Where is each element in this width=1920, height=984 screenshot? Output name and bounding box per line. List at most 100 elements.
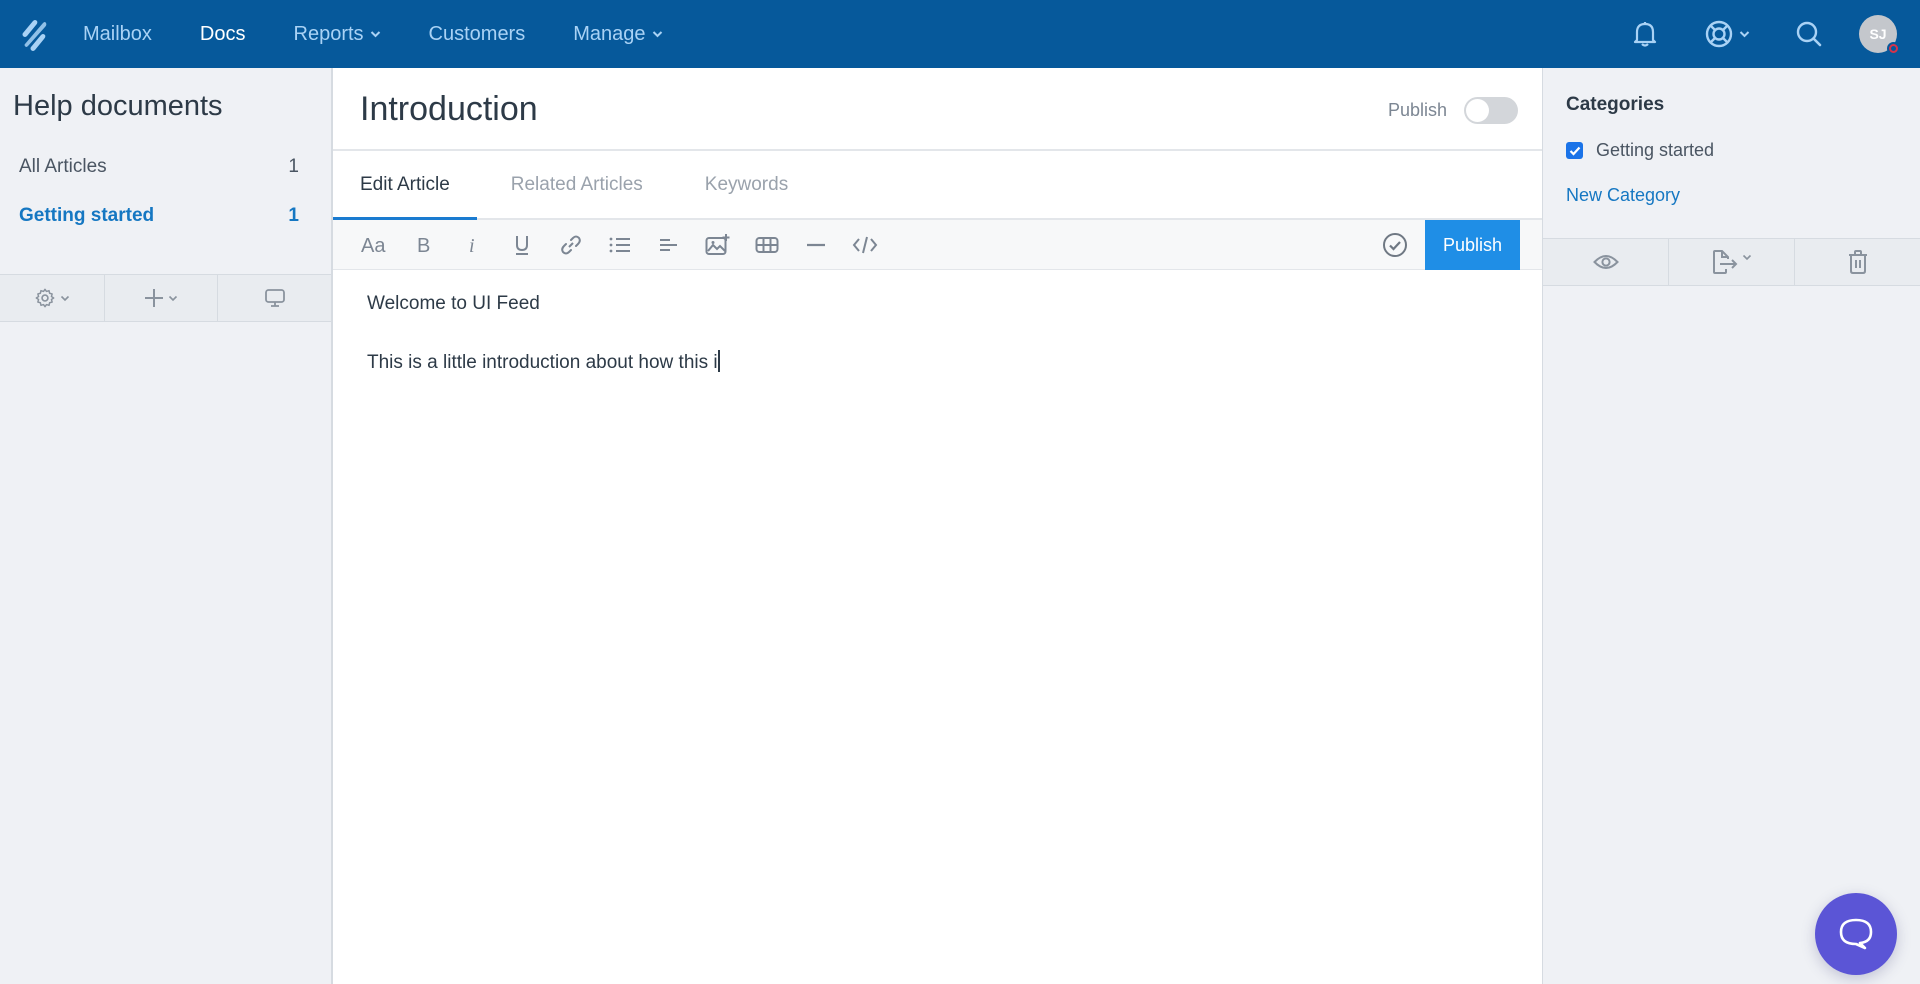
tab-edit-article[interactable]: Edit Article	[333, 151, 477, 220]
tab-related-articles[interactable]: Related Articles	[481, 151, 670, 218]
categories-heading: Categories	[1566, 94, 1665, 115]
category-label: Getting started	[1596, 140, 1715, 160]
article-header: Introduction Publish	[333, 68, 1542, 151]
chevron-down-icon	[168, 295, 178, 301]
link-button[interactable]	[546, 220, 595, 270]
editor-tabs: Edit Article Related Articles Keywords	[333, 151, 1542, 220]
formatting-toolbar: Aa B i Publish	[333, 220, 1542, 270]
monitor-icon	[264, 289, 285, 307]
category-item[interactable]: Getting started	[1566, 140, 1714, 161]
toggle-knob	[1466, 99, 1489, 122]
paragraph: Welcome to UI Feed	[367, 293, 540, 314]
text-cursor	[717, 350, 720, 372]
help-menu-button[interactable]	[1703, 20, 1751, 48]
export-menu-button[interactable]	[1669, 239, 1795, 285]
tab-label: Keywords	[704, 173, 789, 195]
bold-button[interactable]: B	[399, 220, 448, 270]
helpscout-logo-icon[interactable]	[0, 0, 68, 68]
nav-right: SJ	[1625, 0, 1920, 68]
article-editor: Introduction Publish Edit Article Relate…	[333, 68, 1542, 984]
sidebar-item-count: 1	[288, 156, 299, 177]
avatar-initials: SJ	[1869, 26, 1887, 42]
chat-beacon-button[interactable]	[1815, 893, 1897, 975]
tab-label: Edit Article	[360, 173, 450, 195]
nav-docs[interactable]: Docs	[200, 23, 246, 46]
sidebar-item-all-articles[interactable]: All Articles 1	[19, 156, 299, 178]
chevron-down-icon	[1742, 254, 1751, 260]
nav-mailbox-label: Mailbox	[83, 22, 152, 45]
bulleted-list-icon	[609, 237, 630, 252]
chat-bubble-icon	[1839, 918, 1873, 950]
insert-image-icon	[705, 233, 729, 255]
sidebar-item-getting-started[interactable]: Getting started 1	[19, 205, 299, 227]
bulleted-list-button[interactable]	[595, 220, 644, 270]
link-icon	[560, 235, 581, 254]
category-checkbox[interactable]	[1566, 142, 1583, 159]
publish-toggle[interactable]	[1464, 97, 1518, 124]
insert-image-button[interactable]	[693, 220, 742, 270]
delete-button[interactable]	[1795, 239, 1920, 285]
chevron-down-icon	[652, 31, 662, 38]
article-actions-toolbar	[1543, 238, 1920, 286]
trash-icon	[1848, 250, 1867, 274]
underline-button[interactable]	[497, 220, 546, 270]
nav-docs-label: Docs	[199, 22, 246, 45]
sidebar-item-count: 1	[288, 205, 299, 226]
preview-button[interactable]	[1543, 239, 1669, 285]
chevron-down-icon	[60, 295, 70, 301]
chevron-down-icon	[370, 31, 380, 38]
check-icon[interactable]	[1365, 220, 1425, 270]
horizontal-rule-icon	[806, 243, 825, 246]
table-button[interactable]	[742, 220, 791, 270]
nav-customers-label: Customers	[428, 22, 526, 45]
add-menu-button[interactable]	[105, 275, 218, 321]
gear-icon	[35, 288, 55, 308]
nav-mailbox[interactable]: Mailbox	[83, 23, 152, 46]
status-indicator	[1887, 42, 1900, 55]
search-icon[interactable]	[1793, 20, 1825, 48]
align-icon	[659, 238, 677, 251]
svg-text:B: B	[417, 235, 430, 255]
align-button[interactable]	[644, 220, 693, 270]
font-size-button[interactable]: Aa	[350, 220, 399, 270]
sidebar-toolbar	[0, 274, 331, 322]
new-category-link[interactable]: New Category	[1566, 185, 1680, 206]
checkmark-icon	[1569, 146, 1580, 156]
settings-menu-button[interactable]	[0, 275, 105, 321]
article-settings-panel: Categories Getting started New Category	[1542, 68, 1920, 984]
toolbar-actions: Publish	[1365, 220, 1520, 270]
eye-icon	[1592, 255, 1619, 269]
paragraph: This is a little introduction about how …	[367, 350, 1508, 375]
underline-icon	[515, 235, 528, 255]
nav-manage[interactable]: Manage	[573, 23, 662, 46]
code-icon	[852, 236, 877, 253]
publish-button[interactable]: Publish	[1424, 220, 1520, 270]
paragraph-text: This is a little introduction about how …	[367, 352, 718, 373]
italic-icon: i	[469, 235, 475, 255]
italic-button[interactable]: i	[448, 220, 497, 270]
top-nav: Mailbox Docs Reports Customers Manage SJ	[0, 0, 1920, 68]
avatar[interactable]: SJ	[1859, 15, 1900, 55]
sidebar-title: Help documents	[13, 90, 223, 122]
sidebar-item-label: Getting started	[19, 205, 155, 226]
chevron-down-icon	[1739, 31, 1749, 38]
export-icon	[1712, 250, 1737, 274]
nav-reports-label: Reports	[293, 22, 364, 45]
tab-keywords[interactable]: Keywords	[674, 151, 815, 218]
view-site-button[interactable]	[218, 275, 331, 321]
nav-customers[interactable]: Customers	[429, 23, 526, 46]
article-title[interactable]: Introduction	[360, 90, 538, 129]
font-size-icon: Aa	[361, 235, 386, 255]
nav-reports[interactable]: Reports	[294, 23, 381, 46]
article-body-editor[interactable]: Welcome to UI Feed This is a little intr…	[333, 270, 1542, 431]
sidebar-item-label: All Articles	[19, 156, 107, 177]
bell-icon[interactable]	[1625, 20, 1665, 48]
publish-toggle-label: Publish	[1388, 100, 1448, 120]
svg-text:Aa: Aa	[361, 235, 386, 255]
bold-icon: B	[417, 235, 430, 255]
code-button[interactable]	[840, 220, 889, 270]
svg-text:i: i	[469, 235, 475, 255]
docs-sidebar: Help documents All Articles 1 Getting st…	[0, 68, 333, 984]
horizontal-rule-button[interactable]	[791, 220, 840, 270]
table-icon	[755, 236, 778, 253]
